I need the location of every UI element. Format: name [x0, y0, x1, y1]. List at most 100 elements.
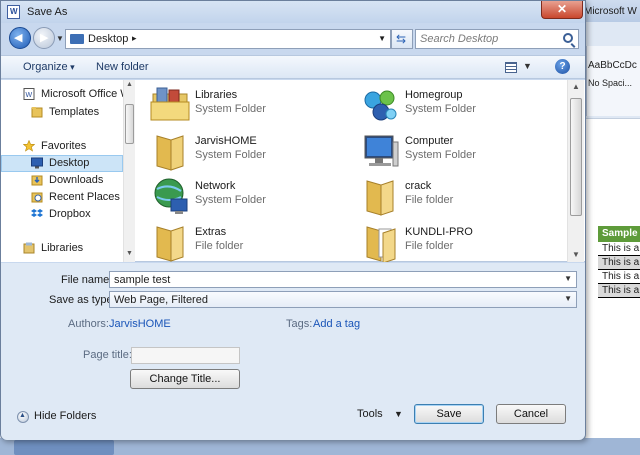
file-type: File folder	[405, 194, 454, 206]
address-bar[interactable]: Desktop ▸ ▼	[65, 29, 391, 49]
nav-item-label: Templates	[49, 106, 100, 118]
nav-item-recent-places[interactable]: Recent Places	[1, 189, 123, 206]
file-item-jarvishome[interactable]: JarvisHOME System Folder	[135, 128, 345, 174]
table-row: This is a	[598, 284, 640, 298]
nav-item-label: Dropbox	[49, 208, 91, 220]
nav-item-label: Downloads	[49, 174, 104, 186]
table-row: This is a	[598, 270, 640, 284]
cancel-button[interactable]: Cancel	[496, 404, 566, 424]
style-gallery-name[interactable]: No Spaci...	[588, 78, 632, 88]
file-type: File folder	[195, 240, 244, 252]
scroll-down-icon[interactable]: ▼	[126, 250, 133, 257]
nav-item-label: Recent Places	[49, 191, 120, 203]
collapse-icon[interactable]	[17, 411, 29, 423]
scrollbar-thumb[interactable]	[125, 104, 134, 144]
address-dropdown[interactable]: ▼	[378, 34, 386, 43]
recent-locations-dropdown[interactable]: ▼	[56, 34, 64, 43]
file-name: crack	[405, 180, 432, 192]
libraries-icon	[23, 242, 35, 254]
change-view-button[interactable]: ▼	[505, 60, 535, 76]
taskbar-button[interactable]	[14, 440, 114, 455]
scroll-down-icon[interactable]: ▼	[572, 250, 580, 259]
folder-icon	[156, 226, 184, 262]
file-item-crack[interactable]: crack File folder	[345, 173, 555, 219]
file-type: System Folder	[405, 103, 476, 115]
nav-item-label: Libraries	[41, 242, 84, 254]
save-type-value[interactable]: Web Page, Filtered	[114, 294, 208, 306]
nav-item-label: Desktop	[49, 157, 90, 169]
nav-pane-scrollbar[interactable]: ▲ ▼	[123, 80, 135, 262]
nav-item-dropbox[interactable]: Dropbox	[1, 206, 123, 223]
word-title-bar: Microsoft W	[578, 0, 640, 22]
word-app-icon	[7, 5, 20, 19]
hide-folders-button[interactable]: Hide Folders	[34, 410, 96, 422]
authors-value[interactable]: JarvisHOME	[109, 318, 171, 330]
nav-item-word-document[interactable]: W Microsoft Office W	[1, 86, 123, 103]
chevron-down-icon[interactable]: ▼	[523, 61, 532, 71]
network-icon	[154, 178, 188, 214]
word-ruler	[586, 118, 640, 128]
word-table: Sample This is a This is a This is a Thi…	[598, 226, 640, 298]
change-title-button[interactable]: Change Title...	[130, 369, 240, 389]
scroll-up-icon[interactable]: ▲	[572, 82, 580, 91]
file-item-extras[interactable]: Extras File folder	[135, 219, 345, 262]
nav-item-downloads[interactable]: Downloads	[1, 172, 123, 189]
recent-places-icon	[31, 192, 43, 203]
desktop-icon	[31, 157, 43, 169]
nav-item-label: Microsoft Office W	[41, 88, 123, 100]
search-icon[interactable]	[563, 33, 573, 43]
file-name-value[interactable]: sample test	[114, 274, 170, 286]
file-item-network[interactable]: Network System Folder	[135, 173, 345, 219]
organize-button[interactable]: Organize	[23, 61, 75, 73]
folder-icon	[366, 180, 394, 216]
desktop-icon	[70, 34, 84, 44]
user-folder-icon	[156, 135, 184, 171]
file-name: KUNDLI-PRO	[405, 226, 473, 238]
nav-item-templates[interactable]: Templates	[1, 104, 123, 121]
file-name-field[interactable]: sample test ▼	[109, 271, 577, 288]
word-document-icon: W	[23, 88, 35, 100]
add-tag-link[interactable]: Add a tag	[313, 318, 360, 330]
search-input[interactable]	[420, 32, 556, 46]
file-name: JarvisHOME	[195, 135, 257, 147]
file-name-label: File name:	[61, 274, 113, 286]
file-list-scrollbar[interactable]: ▲ ▼	[567, 80, 584, 262]
libraries-icon	[150, 87, 190, 121]
save-as-dialog: Save As ▼ Desktop ▸ ▼ Organize New folde…	[0, 0, 586, 440]
nav-item-libraries[interactable]: Libraries	[1, 240, 123, 257]
file-item-homegroup[interactable]: Homegroup System Folder	[345, 82, 555, 128]
style-gallery-sample[interactable]: AaBbCcDc	[588, 60, 637, 71]
file-item-libraries[interactable]: Libraries System Folder	[135, 82, 345, 128]
nav-item-favorites[interactable]: Favorites	[1, 138, 123, 155]
breadcrumb-arrow[interactable]: ▸	[132, 33, 137, 44]
page-title-field[interactable]	[131, 347, 240, 364]
new-folder-button[interactable]: New folder	[96, 61, 149, 73]
refresh-button[interactable]	[391, 29, 413, 49]
help-button[interactable]: ?	[555, 59, 570, 74]
svg-text:W: W	[26, 92, 33, 99]
dialog-title-bar[interactable]: Save As	[1, 1, 585, 23]
save-type-select[interactable]: Web Page, Filtered ▼	[109, 291, 577, 308]
scrollbar-thumb[interactable]	[570, 98, 582, 216]
nav-item-desktop[interactable]: Desktop	[1, 155, 123, 172]
command-toolbar: Organize New folder ▼ ?	[1, 55, 585, 79]
file-item-computer[interactable]: Computer System Folder	[345, 128, 555, 174]
close-button[interactable]	[541, 1, 583, 19]
file-item-kundli-pro[interactable]: KUNDLI-PRO File folder	[345, 219, 555, 262]
forward-button[interactable]	[33, 27, 55, 49]
save-button[interactable]: Save	[414, 404, 484, 424]
scroll-up-icon[interactable]: ▲	[126, 81, 133, 88]
address-location[interactable]: Desktop	[88, 33, 128, 45]
save-options-panel: File name: sample test ▼ Save as type: W…	[1, 263, 585, 440]
back-button[interactable]	[9, 27, 31, 49]
chevron-down-icon[interactable]: ▼	[564, 274, 572, 283]
nav-item-label: Favorites	[41, 140, 87, 152]
chevron-down-icon[interactable]: ▼	[564, 294, 572, 303]
tools-button[interactable]: Tools	[357, 408, 383, 420]
authors-label: Authors:	[68, 318, 109, 330]
file-list: Libraries System Folder Homegroup System…	[135, 80, 567, 262]
file-type: File folder	[405, 240, 454, 252]
search-box[interactable]	[415, 29, 579, 49]
computer-icon	[364, 135, 399, 167]
chevron-down-icon[interactable]: ▼	[394, 409, 403, 419]
